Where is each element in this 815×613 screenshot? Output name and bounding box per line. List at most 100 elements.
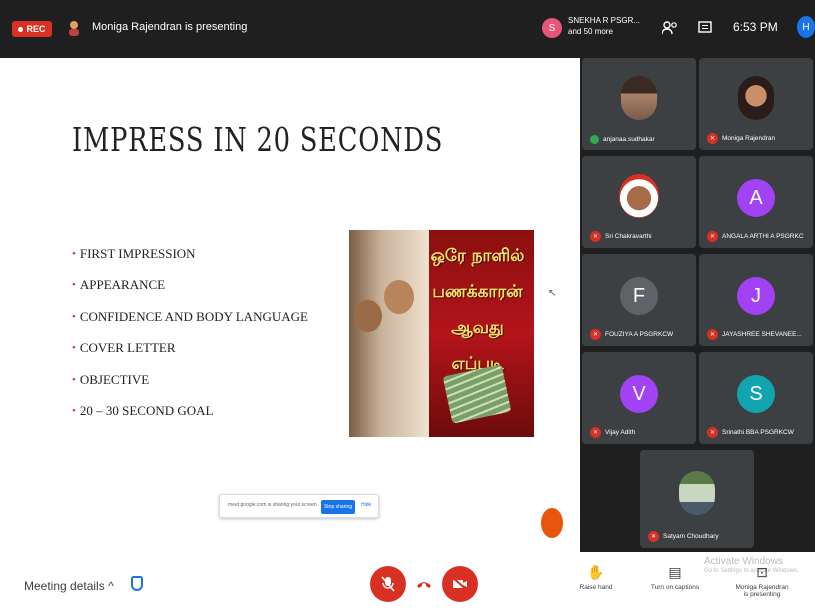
slide-thumbnail-image: ஒரே நாளில் பணக்காரன் ஆவது எப்படி — [349, 230, 534, 437]
people-icon[interactable] — [660, 18, 680, 38]
participant-tile[interactable]: A ✕ ANGALA ARTHI A PSGRKC — [699, 156, 813, 248]
participant-avatar: J — [737, 277, 775, 316]
mic-muted-icon: ✕ — [648, 531, 659, 542]
thumbnail-caption-line: பணக்காரன் — [432, 282, 523, 302]
record-dot-icon — [18, 26, 24, 32]
bullet-icon: • — [72, 373, 76, 386]
chevron-up-icon: ^ — [108, 579, 114, 593]
bullet-text: OBJECTIVE — [79, 371, 150, 387]
slide-bullet: • CONFIDENCE AND BODY LANGUAGE — [72, 301, 308, 333]
slide-bullet-list: • FIRST IMPRESSION • APPEARANCE • CONFIDENC… — [72, 238, 308, 427]
meeting-details-button[interactable]: Meeting details ^ — [24, 579, 114, 593]
speaking-indicator-icon — [590, 135, 599, 144]
mic-muted-icon: ✕ — [590, 329, 601, 340]
participant-name-tag: ✕ ANGALA ARTHI A PSGRKC — [707, 231, 804, 242]
mic-muted-icon: ✕ — [707, 427, 718, 438]
share-banner-text: meet.google.com is sharing your screen — [228, 502, 317, 508]
bullet-text: APPEARANCE — [79, 277, 166, 293]
participants-line1: SNEKHA R PSGR... — [568, 16, 641, 25]
participant-tile[interactable]: S ✕ Srinathi BBA PSGRKCW — [699, 352, 813, 444]
participant-name: FOUZIYA A PSGRKCW — [605, 331, 674, 338]
mic-muted-icon: ✕ — [707, 133, 718, 144]
rec-label: REC — [26, 24, 46, 34]
participant-tile[interactable]: ✕ Moniga Rajendran — [699, 58, 813, 150]
hang-up-icon — [417, 582, 431, 588]
self-avatar[interactable]: H — [797, 16, 815, 38]
thumbnail-caption: ஒரே நாளில் பணக்காரன் ஆவது எப்படி — [425, 238, 530, 382]
participant-name: ANGALA ARTHI A PSGRKC — [722, 233, 804, 240]
participant-name-tag: ✕ Satyam Choudhary — [648, 531, 719, 542]
mic-muted-icon: ✕ — [707, 329, 718, 340]
participants-summary[interactable]: SNEKHA R PSGR... and 50 more — [568, 15, 648, 37]
participant-name-tag: ✕ Moniga Rajendran — [707, 133, 775, 144]
stop-sharing-button[interactable]: Stop sharing — [321, 500, 355, 514]
presenter-avatar-icon — [69, 21, 79, 36]
participant-tile[interactable]: ✕ Satyam Choudhary — [640, 450, 754, 548]
participant-avatar[interactable]: S — [542, 18, 562, 38]
screen-share-banner: meet.google.com is sharing your screen S… — [219, 494, 379, 518]
thumbnail-caption-line: ஒரே நாளில் — [430, 246, 525, 266]
bullet-text: FIRST IMPRESSION — [79, 245, 196, 261]
presenting-line2: is presenting — [743, 591, 781, 598]
participant-avatar: V — [620, 375, 658, 414]
meeting-details-label: Meeting details — [24, 579, 105, 593]
slide-title: IMPRESS IN 20 SECONDS — [72, 120, 444, 159]
participant-photo — [679, 471, 715, 516]
camera-button[interactable] — [442, 566, 478, 602]
slide-bullet: • 20 – 30 SECOND GOAL — [72, 396, 308, 428]
present-screen-icon: ⊡ — [756, 564, 768, 580]
participant-photo — [738, 76, 774, 121]
leave-call-button[interactable] — [406, 566, 442, 602]
bullet-icon: • — [72, 310, 76, 323]
participant-photo — [621, 76, 657, 121]
participant-tile[interactable]: V ✕ Vijay Adith — [582, 352, 696, 444]
top-bar: REC Moniga Rajendran is presenting S SNE… — [0, 0, 815, 58]
floating-action-button[interactable] — [541, 508, 563, 538]
bullet-text: CONFIDENCE AND BODY LANGUAGE — [79, 308, 308, 324]
microphone-button[interactable] — [370, 566, 406, 602]
participant-avatar: F — [620, 277, 658, 316]
bullet-text: 20 – 30 SECOND GOAL — [79, 403, 214, 419]
participant-grid: anjanaa.sudhakar ✕ Moniga Rajendran ✕ Sri … — [580, 58, 815, 552]
mic-muted-icon: ✕ — [590, 427, 601, 438]
recording-badge: REC — [12, 21, 52, 37]
participants-line2: and 50 more — [568, 27, 613, 36]
participant-name: Sri Chakravarthi — [605, 233, 652, 240]
raise-hand-button[interactable]: ✋ Raise hand — [566, 564, 626, 591]
bullet-icon: • — [72, 405, 76, 418]
mic-off-icon — [381, 576, 395, 592]
slide-bullet: • COVER LETTER — [72, 333, 308, 365]
participant-name: Satyam Choudhary — [663, 533, 719, 540]
mouse-cursor-icon: ↖ — [548, 288, 557, 299]
slide-bullet: • APPEARANCE — [72, 270, 308, 302]
participant-photo — [619, 174, 659, 219]
bullet-icon: • — [72, 279, 76, 292]
participant-tile[interactable]: J ✕ JAYASHREE SHEVANEE... — [699, 254, 813, 346]
participant-tile[interactable]: ✕ Sri Chakravarthi — [582, 156, 696, 248]
slide-bullet: • FIRST IMPRESSION — [72, 238, 308, 270]
participant-name-tag: ✕ JAYASHREE SHEVANEE... — [707, 329, 802, 340]
bottom-control-bar: Meeting details ^ ✋ Raise hand ▤ Turn on… — [0, 552, 815, 613]
participant-name-tag: ✕ FOUZIYA A PSGRKCW — [590, 329, 673, 340]
participant-name: Vijay Adith — [605, 429, 636, 436]
presenting-status: Moniga Rajendran is presenting — [92, 21, 248, 33]
thumbnail-people — [349, 230, 429, 437]
participant-avatar: S — [737, 375, 775, 414]
captions-label: Turn on captions — [650, 584, 700, 591]
mic-muted-icon: ✕ — [707, 231, 718, 242]
participant-tile[interactable]: anjanaa.sudhakar — [582, 58, 696, 150]
hide-banner-button[interactable]: Hide — [361, 502, 371, 508]
presenting-line1: Moniga Rajendran — [735, 584, 789, 591]
bullet-icon: • — [72, 342, 76, 355]
participant-name: Moniga Rajendran — [722, 135, 776, 142]
shield-icon[interactable] — [131, 576, 143, 591]
presenting-indicator-button[interactable]: ⊡ Moniga Rajendran is presenting — [724, 564, 800, 598]
captions-button[interactable]: ▤ Turn on captions — [645, 564, 705, 591]
chat-icon[interactable] — [695, 18, 715, 38]
participant-name-tag: ✕ Srinathi BBA PSGRKCW — [707, 427, 794, 438]
thumbnail-face — [384, 280, 414, 314]
captions-icon: ▤ — [668, 564, 682, 580]
participant-tile[interactable]: F ✕ FOUZIYA A PSGRKCW — [582, 254, 696, 346]
clock: 6:53 PM — [733, 20, 778, 34]
bullet-text: COVER LETTER — [79, 340, 176, 356]
